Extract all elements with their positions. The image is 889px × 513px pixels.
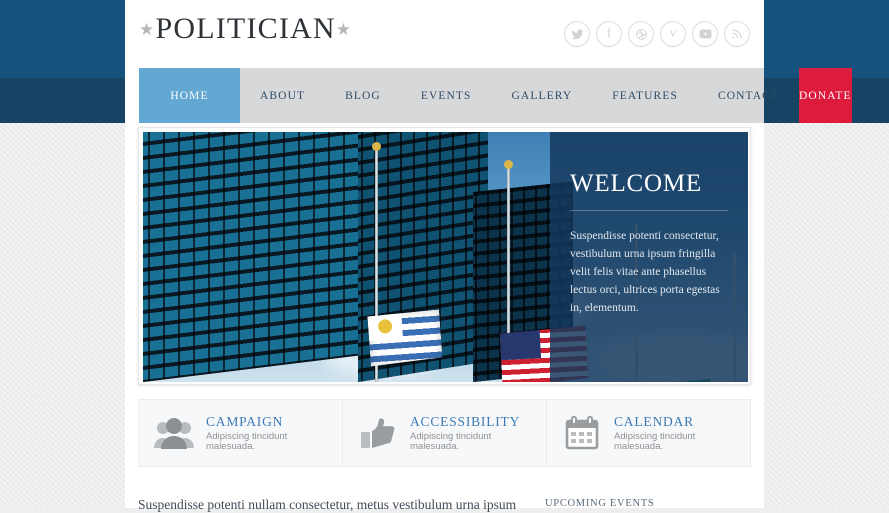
flag-pole-knob [372, 142, 381, 151]
feature-title: CALENDAR [614, 413, 694, 429]
people-group-icon [153, 416, 195, 450]
dribbble-icon[interactable] [628, 21, 654, 47]
nav-item-blog[interactable]: BLOG [325, 68, 401, 123]
site-header: ★POLITICIAN★ f v [125, 0, 764, 68]
youtube-icon[interactable] [692, 21, 718, 47]
feature-title: ACCESSIBILITY [410, 413, 521, 429]
vimeo-icon[interactable]: v [660, 21, 686, 47]
facebook-glyph: f [606, 26, 612, 41]
calendar-icon [561, 416, 603, 450]
vimeo-glyph: v [669, 26, 677, 41]
feature-boxes: CAMPAIGN Adipiscing tincidunt malesuada.… [138, 399, 751, 467]
flag-pole-knob [504, 160, 513, 169]
feature-subtitle: Adipiscing tincidunt malesuada. [614, 431, 696, 452]
nav-item-contact[interactable]: CONTACT [698, 68, 799, 123]
star-left-icon: ★ [139, 20, 156, 39]
feature-subtitle: Adipiscing tincidunt malesuada. [206, 431, 288, 452]
logo-text: POLITICIAN [155, 12, 336, 45]
nav-item-features[interactable]: FEATURES [592, 68, 698, 123]
feature-text-campaign: CAMPAIGN Adipiscing tincidunt malesuada. [206, 415, 328, 452]
main-navigation: HOME ABOUT BLOG EVENTS GALLERY FEATURES … [139, 68, 852, 123]
office-tower-icon [143, 132, 373, 382]
rss-icon[interactable] [724, 21, 750, 47]
intro-paragraph: Suspendisse potenti nullam consectetur, … [138, 497, 517, 512]
nav-item-about[interactable]: ABOUT [240, 68, 325, 123]
twitter-icon[interactable] [564, 21, 590, 47]
hero-caption-panel: WELCOME Suspendisse potenti consectetur,… [550, 132, 748, 382]
facebook-icon[interactable]: f [596, 21, 622, 47]
feature-box-campaign[interactable]: CAMPAIGN Adipiscing tincidunt malesuada. [139, 400, 343, 466]
star-right-icon: ★ [335, 20, 353, 39]
flag-uruguay-icon [367, 310, 442, 367]
site-logo[interactable]: ★POLITICIAN★ [139, 12, 352, 46]
thumbs-up-icon [357, 416, 399, 450]
hero-slide[interactable]: WELCOME Suspendisse potenti consectetur,… [143, 132, 748, 382]
donate-button[interactable]: DONATE [799, 68, 852, 123]
feature-text-calendar: CALENDAR Adipiscing tincidunt malesuada. [614, 415, 736, 452]
social-links: f v [564, 21, 750, 47]
upcoming-events-heading: UPCOMING EVENTS [545, 498, 655, 509]
hero-divider [570, 210, 728, 211]
nav-item-events[interactable]: EVENTS [401, 68, 492, 123]
feature-box-calendar[interactable]: CALENDAR Adipiscing tincidunt malesuada. [547, 400, 750, 466]
page-container: ★POLITICIAN★ f v HOME ABOUT BLOG EVENTS … [125, 0, 852, 512]
feature-subtitle: Adipiscing tincidunt malesuada. [410, 431, 492, 452]
feature-title: CAMPAIGN [206, 413, 284, 429]
hero-slider-frame: WELCOME Suspendisse potenti consectetur,… [138, 127, 751, 385]
feature-box-accessibility[interactable]: ACCESSIBILITY Adipiscing tincidunt males… [343, 400, 547, 466]
feature-text-accessibility: ACCESSIBILITY Adipiscing tincidunt males… [410, 415, 532, 452]
nav-item-home[interactable]: HOME [139, 68, 240, 123]
hero-body-text: Suspendisse potenti consectetur, vestibu… [570, 230, 720, 314]
nav-item-gallery[interactable]: GALLERY [492, 68, 593, 123]
hero-title: WELCOME [570, 170, 702, 197]
